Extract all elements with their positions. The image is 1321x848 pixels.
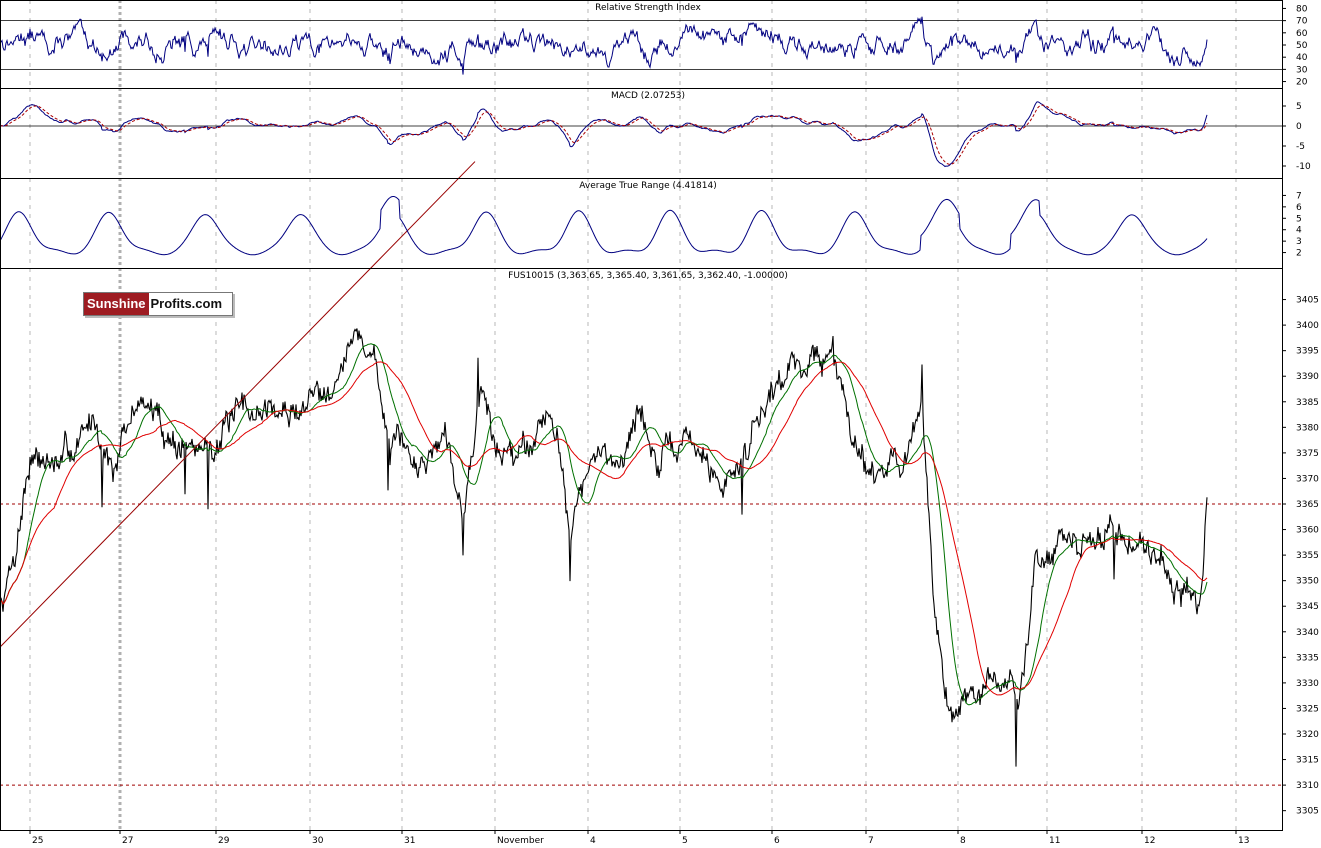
ytick-label-0-1: 30 (1296, 65, 1308, 75)
macd-signal-line (0, 104, 1208, 165)
ytick-label-3-9: 3350 (1296, 577, 1319, 587)
xtick-label-10: 8 (960, 836, 966, 844)
xtick-label-1: 27 (122, 836, 133, 844)
ytick-label-3-17: 3390 (1296, 372, 1319, 382)
xtick-label-12: 12 (1144, 836, 1155, 844)
panel-frame-1 (0, 88, 1283, 179)
ytick-label-3-0: 3305 (1296, 807, 1319, 817)
panel-title-1: MACD (2.07253) (611, 91, 685, 101)
xtick-label-9: 7 (868, 836, 874, 844)
ytick-label-3-6: 3335 (1296, 653, 1319, 663)
price-series-line (0, 328, 1208, 767)
panel-title-0: Relative Strength Index (595, 3, 701, 13)
axis-text: Relative Strength Index20304050607080MAC… (32, 3, 1319, 846)
chart-window: Relative Strength Index 20 30 40 50 60 70 80 MAC… (0, 0, 1321, 846)
ytick-label-3-4: 3325 (1296, 704, 1319, 714)
ytick-label-0-2: 40 (1296, 53, 1308, 63)
xtick-label-2: 29 (218, 836, 230, 844)
ytick-label-2-1: 3 (1296, 237, 1302, 247)
xtick-label-8: 6 (774, 836, 780, 844)
logo-part-sunshine: Sunshine (84, 293, 149, 315)
panel-title-2: Average True Range (4.41814) (579, 181, 716, 191)
xtick-label-3: 30 (312, 836, 324, 844)
trend-line (0, 161, 476, 648)
ytick-label-3-7: 3340 (1296, 628, 1319, 638)
ytick-label-1-0: -10 (1296, 162, 1311, 172)
xtick-label-4: 31 (404, 836, 415, 844)
xtick-label-5: November (497, 836, 544, 844)
logo-part-profits: Profits.com (148, 293, 233, 315)
chart-svg: Relative Strength Index20304050607080MAC… (0, 0, 1319, 846)
xtick-label-6: 4 (590, 836, 596, 844)
ytick-label-3-14: 3375 (1296, 449, 1319, 459)
ytick-label-3-15: 3380 (1296, 423, 1319, 433)
ytick-label-1-2: 0 (1296, 122, 1302, 132)
ytick-label-3-12: 3365 (1296, 500, 1319, 510)
xtick-label-0: 25 (32, 836, 43, 844)
ytick-label-3-10: 3355 (1296, 551, 1319, 561)
panel-frame-3 (0, 268, 1283, 831)
ytick-label-0-0: 20 (1296, 78, 1308, 88)
ytick-label-3-3: 3320 (1296, 730, 1319, 740)
ytick-label-2-0: 2 (1296, 249, 1302, 259)
ytick-label-0-3: 50 (1296, 41, 1308, 51)
ytick-label-3-1: 3310 (1296, 781, 1319, 791)
ytick-label-3-5: 3330 (1296, 679, 1319, 689)
ytick-label-0-5: 70 (1296, 17, 1308, 27)
ytick-label-3-11: 3360 (1296, 526, 1319, 536)
ytick-label-2-4: 6 (1296, 203, 1302, 213)
ytick-label-3-13: 3370 (1296, 474, 1319, 484)
ytick-label-0-6: 80 (1296, 4, 1308, 14)
panel-title-3: FUS10015 (3,363.65, 3,365.40, 3,361.65, … (508, 271, 788, 281)
ytick-label-2-5: 7 (1296, 191, 1302, 201)
ytick-label-1-1: -5 (1296, 142, 1305, 152)
xtick-label-7: 5 (682, 836, 688, 844)
ytick-label-3-20: 3405 (1296, 296, 1319, 306)
series-lines (0, 16, 1208, 767)
ytick-label-3-8: 3345 (1296, 602, 1319, 612)
rsi-line (0, 16, 1208, 75)
ytick-label-0-4: 60 (1296, 29, 1308, 39)
ytick-label-2-2: 4 (1296, 226, 1302, 236)
ytick-label-1-3: 5 (1296, 102, 1302, 112)
xtick-label-13: 13 (1238, 836, 1249, 844)
sunshine-profits-logo: Sunshine Profits.com (83, 292, 234, 316)
ytick-label-3-19: 3400 (1296, 321, 1319, 331)
xtick-label-11: 11 (1049, 836, 1060, 844)
ytick-label-2-3: 5 (1296, 214, 1302, 224)
ytick-label-3-18: 3395 (1296, 347, 1319, 357)
atr-line (0, 196, 1208, 256)
ytick-label-3-2: 3315 (1296, 756, 1319, 766)
macd-line (0, 101, 1208, 168)
ytick-label-3-16: 3385 (1296, 398, 1319, 408)
